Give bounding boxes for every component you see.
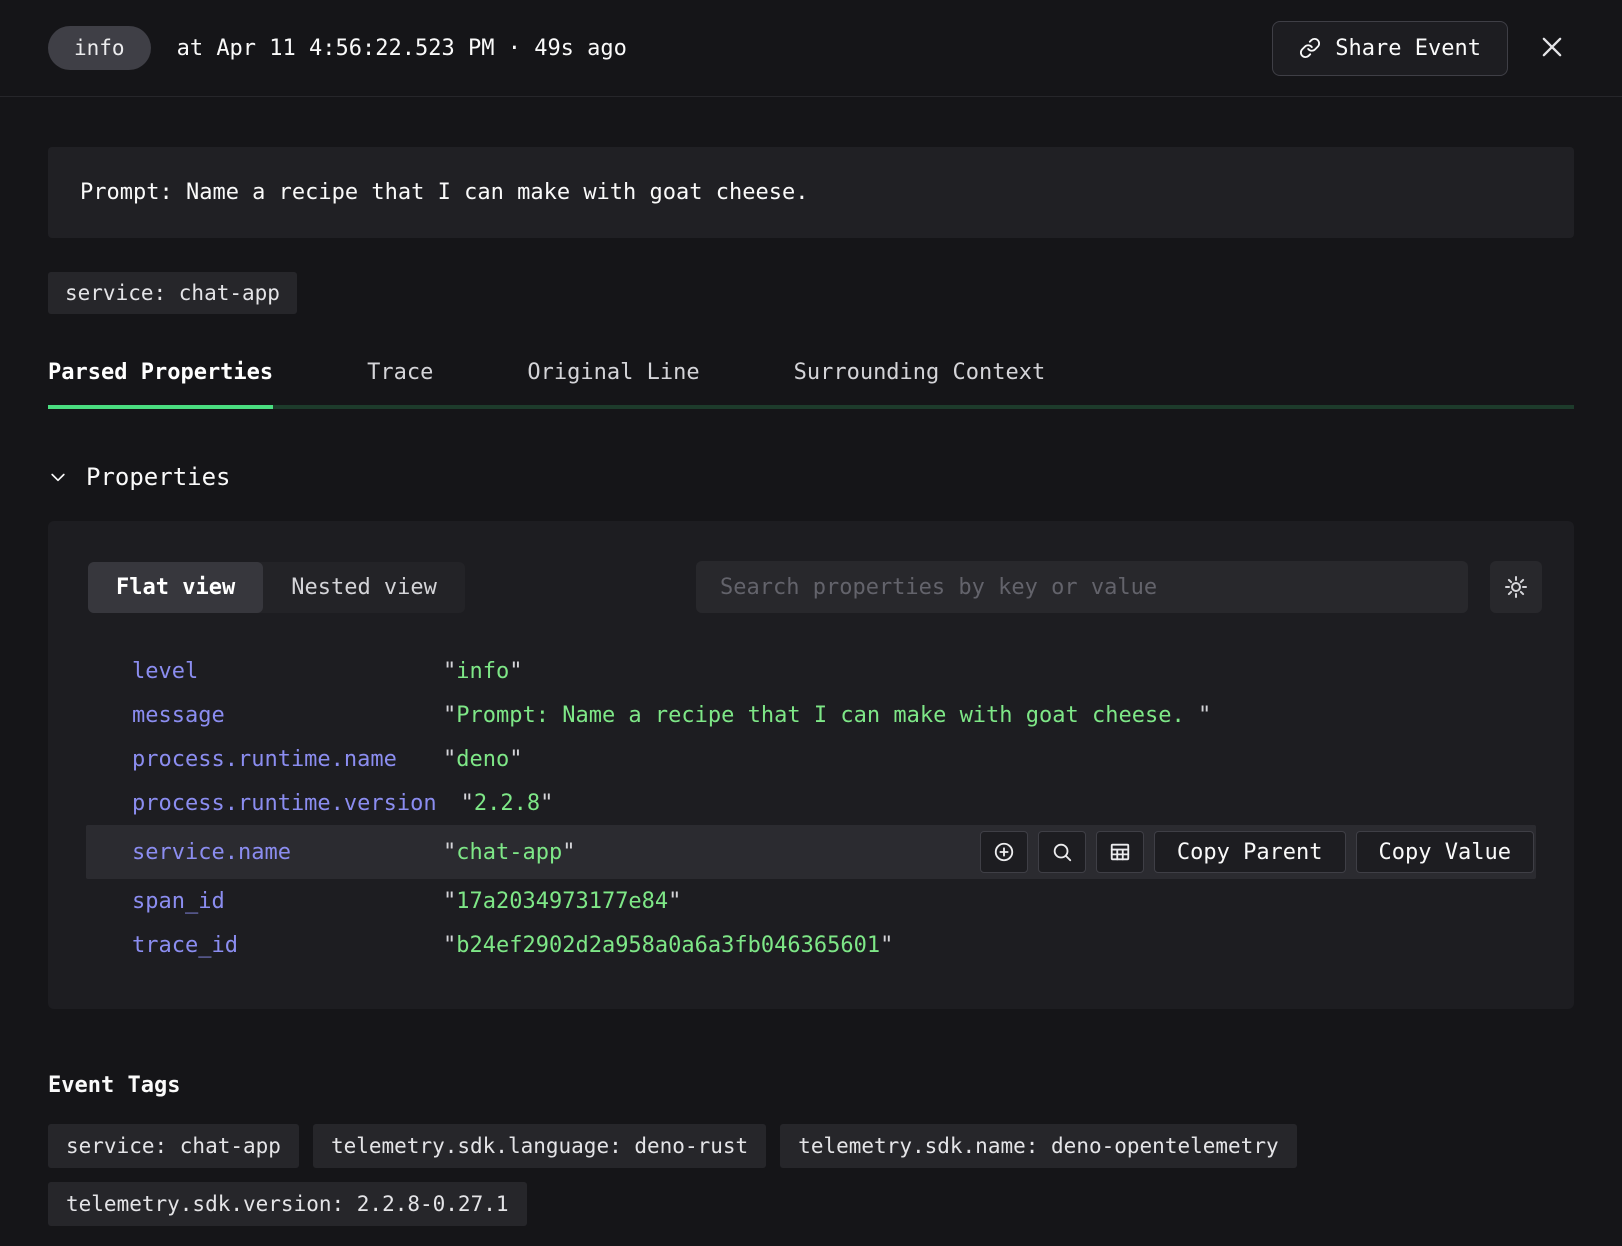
property-value: "b24ef2902d2a958a0a6a3fb046365601" <box>443 933 893 958</box>
gear-icon <box>1504 575 1528 599</box>
tabs: Parsed Properties Trace Original Line Surro… <box>48 360 1574 409</box>
property-value: "Prompt: Name a recipe that I can make w… <box>443 703 1211 728</box>
properties-toolbar: Flat view Nested view <box>48 561 1574 613</box>
event-message-panel: Prompt: Name a recipe that I can make wi… <box>48 147 1574 238</box>
chevron-down-icon <box>48 467 68 487</box>
event-detail-content: Prompt: Name a recipe that I can make wi… <box>0 147 1622 1226</box>
property-key: message <box>132 703 443 728</box>
property-key: process.runtime.version <box>132 791 461 816</box>
event-tags-list: service: chat-app telemetry.sdk.language:… <box>48 1124 1478 1226</box>
view-toggle: Flat view Nested view <box>88 562 465 613</box>
event-tag[interactable]: service: chat-app <box>48 1124 299 1168</box>
property-key: span_id <box>132 889 443 914</box>
table-button[interactable] <box>1096 831 1144 873</box>
property-row-process.runtime.version[interactable]: process.runtime.version"2.2.8" <box>86 781 1536 825</box>
search-button[interactable] <box>1038 831 1086 873</box>
property-key: service.name <box>132 840 443 865</box>
settings-button[interactable] <box>1490 561 1542 613</box>
level-badge: info <box>48 26 151 70</box>
service-tag[interactable]: service: chat-app <box>48 272 297 314</box>
tab-trace[interactable]: Trace <box>367 360 433 409</box>
property-value: "2.2.8" <box>461 791 554 816</box>
property-row-message[interactable]: message"Prompt: Name a recipe that I can… <box>86 693 1536 737</box>
event-tags-title: Event Tags <box>48 1073 1574 1098</box>
tab-parsed-properties[interactable]: Parsed Properties <box>48 360 273 409</box>
property-value: "info" <box>443 659 522 684</box>
properties-section-heading[interactable]: Properties <box>48 463 1574 491</box>
table-icon <box>1109 841 1131 863</box>
tab-surrounding-context[interactable]: Surrounding Context <box>794 360 1046 409</box>
property-row-level[interactable]: level"info" <box>86 649 1536 693</box>
properties-panel: Flat view Nested view level"info"message… <box>48 521 1574 1009</box>
search-properties-input[interactable] <box>696 561 1468 613</box>
search-icon <box>1051 841 1073 863</box>
close-icon <box>1538 33 1566 61</box>
event-tag[interactable]: telemetry.sdk.version: 2.2.8-0.27.1 <box>48 1182 527 1226</box>
event-tag[interactable]: telemetry.sdk.language: deno-rust <box>313 1124 766 1168</box>
copy-parent-button[interactable]: Copy Parent <box>1154 831 1346 873</box>
properties-section-title: Properties <box>86 463 231 491</box>
property-row-trace_id[interactable]: trace_id"b24ef2902d2a958a0a6a3fb04636560… <box>86 923 1536 967</box>
nested-view-button[interactable]: Nested view <box>263 562 465 613</box>
close-button[interactable] <box>1530 25 1574 72</box>
row-actions: Copy ParentCopy Value <box>980 831 1536 873</box>
property-row-process.runtime.name[interactable]: process.runtime.name"deno" <box>86 737 1536 781</box>
share-event-label: Share Event <box>1335 36 1481 61</box>
event-header: info at Apr 11 4:56:22.523 PM · 49s ago … <box>0 0 1622 97</box>
property-value: "chat-app" <box>443 840 575 865</box>
property-key: process.runtime.name <box>132 747 443 772</box>
link-icon <box>1299 37 1321 59</box>
flat-view-button[interactable]: Flat view <box>88 562 263 613</box>
property-value: "17a2034973177e84" <box>443 889 681 914</box>
property-row-service.name[interactable]: service.name"chat-app" Copy ParentCopy Va… <box>86 825 1536 879</box>
event-timestamp: at Apr 11 4:56:22.523 PM · 49s ago <box>177 36 627 61</box>
plus-circle-button[interactable] <box>980 831 1028 873</box>
copy-value-button[interactable]: Copy Value <box>1356 831 1534 873</box>
property-key: level <box>132 659 443 684</box>
property-key: trace_id <box>132 933 443 958</box>
tab-original-line[interactable]: Original Line <box>527 360 699 409</box>
plus-circle-icon <box>993 841 1015 863</box>
property-value: "deno" <box>443 747 522 772</box>
share-event-button[interactable]: Share Event <box>1272 21 1508 76</box>
event-tag[interactable]: telemetry.sdk.name: deno-opentelemetry <box>780 1124 1296 1168</box>
header-actions: Share Event <box>1272 21 1574 76</box>
property-row-span_id[interactable]: span_id"17a2034973177e84" <box>86 879 1536 923</box>
properties-table: level"info"message"Prompt: Name a recipe… <box>48 649 1574 967</box>
